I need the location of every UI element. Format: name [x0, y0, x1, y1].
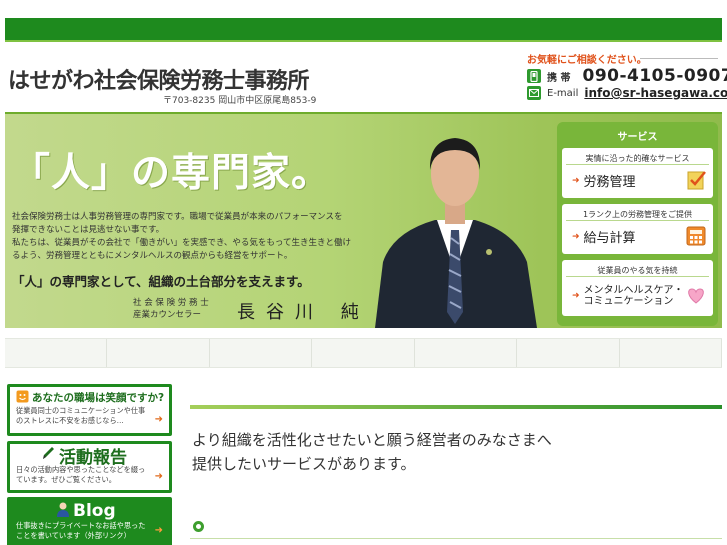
banner-title: 活動報告	[59, 447, 127, 468]
services-panel: サービス 実情に沿った的確なサービス ➜ 労務管理 1ランク上の労務管理をご提供…	[557, 122, 718, 326]
hero-line: 発揮できないことは見逃せない事です。	[12, 225, 165, 235]
heart-icon	[688, 288, 704, 304]
pen-icon	[40, 445, 56, 465]
service-label: 給与計算	[583, 231, 636, 246]
smiley-icon	[16, 388, 29, 407]
main-lead: より組織を活性化させたいと願う経営者のみなさまへ 提供したいサービスがあります。	[192, 428, 552, 476]
hero-line: るよう、労務管理とともにメンタルヘルスの観点からも経営をサポート。	[12, 251, 293, 261]
person-icon	[56, 501, 70, 521]
signature-title-counselor: 産業カウンセラー	[133, 310, 202, 320]
arrow-right-icon: ➜	[154, 525, 163, 536]
phone-number[interactable]: 090-4105-0907	[582, 66, 727, 86]
banner-description: 従業員同士のコミュニケーションや仕事のストレスに不安をお感じなら…	[16, 406, 146, 425]
nav-item[interactable]	[517, 339, 620, 367]
service-card-mental-health[interactable]: 従業員のやる気を持続 ➜ メンタルヘルスケア・コミュニケーション	[562, 260, 713, 316]
signature-name: 長谷川 純	[237, 302, 370, 323]
email-link[interactable]: info@sr-hasegawa.com	[584, 86, 727, 100]
section-divider	[190, 538, 722, 539]
banner-workplace-smile[interactable]: あなたの職場は笑顔ですか? 従業員同士のコミュニケーションや仕事のストレスに不安…	[7, 384, 172, 436]
service-label: 労務管理	[583, 175, 636, 190]
site-logo[interactable]: はせがわ社会保険労務士事務所	[8, 63, 310, 95]
nav-item[interactable]	[415, 339, 518, 367]
banner-title: Blog	[73, 501, 116, 521]
portrait-photo	[375, 138, 537, 328]
main-divider	[190, 405, 722, 409]
top-divider	[5, 40, 722, 42]
service-card-payroll[interactable]: 1ランク上の労務管理をご提供 ➜ 給与計算	[562, 204, 713, 254]
banner-blog[interactable]: Blog 仕事抜きにプライベートなお話や思ったことを書いています（外部リンク） …	[7, 497, 172, 545]
hero-title: 「人」の専門家。	[11, 151, 332, 196]
hero-tagline: 「人」の専門家として、組織の土台部分を支えます。	[12, 274, 310, 289]
phone-label: 携 帯	[547, 72, 571, 84]
arrow-right-icon: ➜	[154, 414, 163, 425]
services-heading: サービス	[617, 132, 658, 143]
signature-titles: 社 会 保 険 労 務 士 産業カウンセラー	[133, 297, 209, 321]
nav-bar	[5, 338, 722, 368]
arrow-icon: ➜	[572, 175, 580, 186]
banner-title: あなたの職場は笑顔ですか?	[32, 391, 165, 404]
arrow-icon: ➜	[572, 231, 580, 242]
hero-line: 私たちは、従業員がその会社で「働きがい」を実感でき、やる気をもって生き生きと働け	[12, 238, 351, 248]
lead-line: より組織を活性化させたいと願う経営者のみなさまへ	[192, 431, 552, 449]
service-label: メンタルヘルスケア・コミュニケーション	[583, 284, 684, 307]
email-label: E-mail	[547, 87, 579, 99]
contact-divider	[640, 58, 718, 59]
contact-heading: お気軽にご相談ください。	[527, 55, 647, 66]
service-card-labor[interactable]: 実情に沿った的確なサービス ➜ 労務管理	[562, 148, 713, 198]
service-subtitle: 1ランク上の労務管理をご提供	[566, 204, 709, 221]
lead-line: 提供したいサービスがあります。	[192, 455, 416, 473]
office-address: 〒703-8235 岡山市中区原尾島853-9	[163, 96, 317, 106]
nav-item[interactable]	[107, 339, 210, 367]
hero-top-border	[5, 112, 722, 114]
nav-item[interactable]	[620, 339, 722, 367]
nav-item[interactable]	[312, 339, 415, 367]
phone-row: 携 帯 090-4105-0907	[527, 66, 727, 86]
arrow-right-icon: ➜	[154, 471, 163, 482]
calculator-icon	[686, 226, 706, 246]
banner-description: 日々の活動内容や思ったことなどを綴っています。ぜひご覧ください。	[16, 465, 146, 484]
service-subtitle: 従業員のやる気を持続	[566, 260, 709, 277]
nav-item[interactable]	[210, 339, 313, 367]
mobile-phone-icon	[527, 69, 541, 83]
top-banner-bar	[5, 18, 722, 40]
hero-section: 「人」の専門家。 社会保険労務士は人事労務管理の専門家です。職場で従業員が本来の…	[5, 112, 722, 328]
arrow-icon: ➜	[572, 290, 580, 301]
banner-description: 仕事抜きにプライベートなお話や思ったことを書いています（外部リンク）	[16, 521, 146, 540]
mail-icon	[527, 86, 541, 100]
email-row: E-mail info@sr-hasegawa.com	[527, 86, 727, 100]
nav-item[interactable]	[5, 339, 108, 367]
service-subtitle: 実情に沿った的確なサービス	[566, 148, 709, 165]
signature-title-sr: 社 会 保 険 労 務 士	[133, 298, 209, 308]
hero-line: 社会保険労務士は人事労務管理の専門家です。職場で従業員が本来のパフォーマンスを	[12, 212, 343, 222]
banner-activity-report[interactable]: 活動報告 日々の活動内容や思ったことなどを綴っています。ぜひご覧ください。 ➜	[7, 441, 172, 493]
hero-description: 社会保険労務士は人事労務管理の専門家です。職場で従業員が本来のパフォーマンスを …	[12, 211, 382, 263]
checklist-icon	[687, 171, 706, 190]
section-bullet-icon	[193, 521, 204, 532]
